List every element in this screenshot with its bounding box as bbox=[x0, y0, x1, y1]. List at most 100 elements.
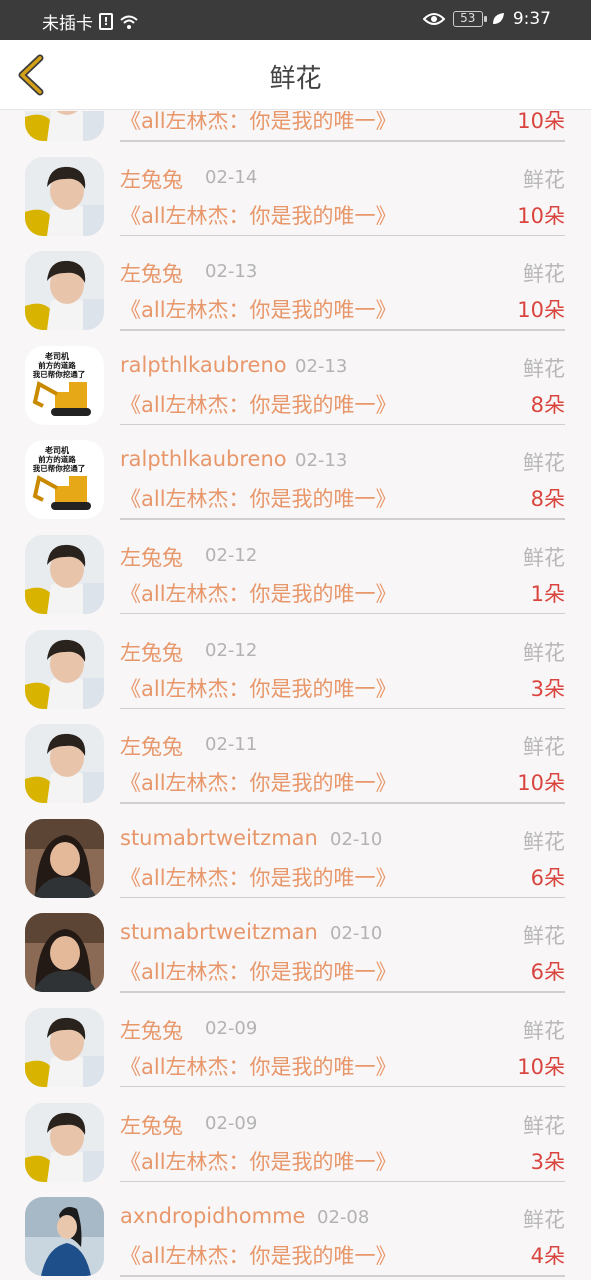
divider bbox=[120, 423, 565, 426]
divider bbox=[120, 518, 565, 520]
list-item[interactable]: stumabrtweitzman 02-10 鲜花 《all左林杰：你是我的唯一》 6朵 bbox=[0, 810, 591, 905]
work-title[interactable]: 《all左林杰：你是我的唯一》 bbox=[120, 673, 397, 703]
flower-count: 6朵 bbox=[530, 865, 565, 890]
no-sim-icon: ! bbox=[99, 13, 113, 30]
battery-level: 53 bbox=[460, 11, 476, 25]
eye-comfort-icon bbox=[422, 13, 445, 25]
sender-name[interactable]: 左兔兔 bbox=[120, 258, 183, 288]
list-item[interactable]: 左兔兔 02-12 鲜花 《all左林杰：你是我的唯一》 3朵 bbox=[0, 621, 591, 716]
sender-name[interactable]: axndropidhomme bbox=[120, 1204, 305, 1228]
list-item[interactable]: 左兔兔 02-09 鲜花《all左林杰：你是我的唯一》 3朵 bbox=[0, 1094, 591, 1189]
flower-count: 3朵 bbox=[530, 676, 565, 701]
sender-name[interactable]: ralpthlkaubreno bbox=[120, 353, 287, 377]
gift-type: 鲜花 bbox=[523, 924, 565, 949]
clock: 9:37 bbox=[512, 9, 551, 29]
flower-count: 10朵 bbox=[517, 771, 565, 796]
list-item[interactable]: stumabrtweitzman 02-10 鲜花 《all左林杰：你是我的唯一》 6朵 bbox=[0, 904, 591, 999]
sender-name[interactable]: 左兔兔 bbox=[120, 164, 183, 194]
avatar[interactable] bbox=[25, 818, 104, 898]
sender-name[interactable]: ralpthlkaubreno bbox=[120, 447, 287, 471]
divider bbox=[120, 1085, 565, 1088]
work-title[interactable]: 《all左林杰：你是我的唯一》 bbox=[120, 294, 397, 324]
gift-date: 02-11 bbox=[205, 734, 258, 756]
page-title: 鲜花 bbox=[269, 64, 322, 94]
gift-type: 鲜花 bbox=[523, 262, 565, 287]
gift-date: 02-13 bbox=[295, 450, 348, 472]
avatar[interactable] bbox=[25, 156, 104, 236]
avatar[interactable] bbox=[25, 1102, 104, 1182]
divider bbox=[120, 140, 565, 142]
work-title[interactable]: 《all左林杰：你是我的唯一》 bbox=[120, 1051, 397, 1081]
work-title[interactable]: 《all左林杰：你是我的唯一》 bbox=[120, 1146, 397, 1176]
flower-count: 10朵 bbox=[517, 203, 565, 228]
digger-caption-line-3: 我已帮你挖通了 bbox=[33, 463, 86, 473]
avatar[interactable]: 老司机 前方的道路 我已帮你挖通了 bbox=[25, 440, 104, 520]
avatar[interactable] bbox=[25, 251, 104, 331]
avatar[interactable] bbox=[25, 534, 104, 614]
flower-count: 6朵 bbox=[530, 960, 565, 985]
flower-count: 1朵 bbox=[530, 581, 565, 606]
work-title[interactable]: 《all左林杰：你是我的唯一》 bbox=[120, 200, 397, 230]
gift-type: 鲜花 bbox=[523, 1018, 565, 1043]
list-item[interactable]: 老司机 前方的道路 我已帮你挖通了 ralpthlkaubreno 02-13 鲜花《al… bbox=[0, 337, 591, 432]
gift-date: 02-13 bbox=[295, 355, 348, 377]
flower-count: 3朵 bbox=[530, 1149, 565, 1174]
avatar[interactable] bbox=[25, 629, 104, 709]
divider bbox=[120, 234, 565, 237]
gift-type: 鲜花 bbox=[523, 735, 565, 760]
work-title[interactable]: 《all左林杰：你是我的唯一》 bbox=[120, 389, 397, 419]
wifi-icon bbox=[120, 15, 138, 29]
list-item[interactable]: 老司机 前方的道路 我已帮你挖通了 ralpthlkaubreno 02-13 鲜花 《al… bbox=[0, 431, 591, 526]
flower-count: 8朵 bbox=[530, 487, 565, 512]
flower-count: 10朵 bbox=[517, 1054, 565, 1079]
avatar[interactable] bbox=[25, 1007, 104, 1087]
leaf-icon bbox=[492, 13, 504, 24]
work-title[interactable]: 《all左林杰：你是我的唯一》 bbox=[120, 1240, 397, 1270]
battery-icon: 53 bbox=[452, 11, 487, 27]
list-item[interactable]: 左兔兔 02-14 鲜花 《all左林杰：你是我的唯一》 10朵 bbox=[0, 148, 591, 243]
sender-name[interactable]: 左兔兔 bbox=[120, 637, 183, 667]
flower-count: 10朵 bbox=[517, 111, 565, 133]
status-bar: 未插卡 ! 53 9:37 bbox=[0, 0, 591, 40]
work-title[interactable]: 《all左林杰：你是我的唯一》 bbox=[120, 767, 397, 797]
sender-name[interactable]: 左兔兔 bbox=[120, 731, 183, 761]
work-title[interactable]: 《all左林杰：你是我的唯一》 bbox=[120, 111, 397, 135]
work-title[interactable]: 《all左林杰：你是我的唯一》 bbox=[120, 862, 397, 892]
avatar[interactable] bbox=[25, 111, 104, 141]
avatar[interactable] bbox=[25, 1197, 104, 1277]
work-title[interactable]: 《all左林杰：你是我的唯一》 bbox=[120, 956, 397, 986]
gift-date: 02-12 bbox=[205, 639, 258, 661]
flower-count: 8朵 bbox=[530, 392, 565, 417]
avatar[interactable]: 老司机 前方的道路 我已帮你挖通了 bbox=[25, 345, 104, 425]
flower-count: 4朵 bbox=[530, 1244, 565, 1269]
work-title[interactable]: 《all左林杰：你是我的唯一》 bbox=[120, 483, 397, 513]
flower-record-list[interactable]: 左兔兔《all左林杰：你是我的唯一》10朵左兔兔02-14鲜花《all左林杰：你… bbox=[0, 111, 591, 1280]
divider bbox=[120, 1275, 565, 1277]
list-item[interactable]: 左兔兔 02-09 鲜花 《all左林杰：你是我的唯一》 10朵 bbox=[0, 999, 591, 1094]
gift-type: 鲜花 bbox=[523, 545, 565, 570]
avatar[interactable] bbox=[25, 724, 104, 804]
avatar[interactable] bbox=[25, 913, 104, 993]
sender-name[interactable]: 左兔兔 bbox=[120, 1015, 183, 1045]
sender-name[interactable]: stumabrtweitzman bbox=[120, 826, 318, 850]
flower-count: 10朵 bbox=[517, 298, 565, 323]
sender-name[interactable]: stumabrtweitzman bbox=[120, 920, 318, 944]
top-bar: 鲜花 bbox=[0, 40, 591, 110]
sender-name[interactable]: 左兔兔 bbox=[120, 542, 183, 572]
divider bbox=[120, 329, 565, 331]
gift-type: 鲜花 bbox=[523, 1113, 565, 1138]
digger-caption-line-2: 前方的道路 bbox=[38, 454, 76, 464]
gift-type: 鲜花 bbox=[523, 356, 565, 381]
divider bbox=[120, 991, 565, 993]
divider bbox=[120, 1180, 565, 1183]
list-item[interactable]: 左兔兔 02-12 鲜花 《all左林杰：你是我的唯一》 1朵 bbox=[0, 526, 591, 621]
gift-date: 02-09 bbox=[205, 1112, 258, 1134]
list-item[interactable]: axndropidhomme 02-08 鲜花 《all左林杰：你是我的唯一》 4朵 bbox=[0, 1188, 591, 1280]
list-item[interactable]: 左兔兔《all左林杰：你是我的唯一》10朵 bbox=[0, 111, 591, 148]
digger-caption-line-3: 我已帮你挖通了 bbox=[33, 369, 86, 379]
divider bbox=[120, 896, 565, 899]
list-item[interactable]: 左兔兔 02-13 鲜花 《all左林杰：你是我的唯一》 10朵 bbox=[0, 242, 591, 337]
sender-name[interactable]: 左兔兔 bbox=[120, 1110, 183, 1140]
list-item[interactable]: 左兔兔 02-11 鲜花《all左林杰：你是我的唯一》 10朵 bbox=[0, 715, 591, 810]
work-title[interactable]: 《all左林杰：你是我的唯一》 bbox=[120, 578, 397, 608]
